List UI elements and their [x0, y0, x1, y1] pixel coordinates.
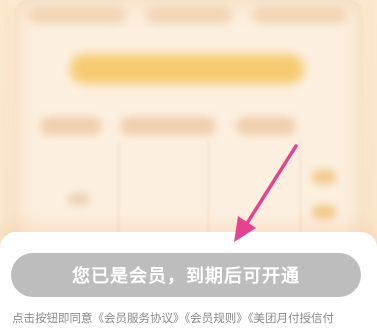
open-membership-button[interactable]: 您已是会员，到期后可开通: [11, 253, 361, 297]
blurred-primary-banner: [70, 54, 304, 84]
blurred-column-header-2: [120, 117, 216, 135]
table-divider: [208, 140, 209, 238]
blurred-tab-1: [28, 6, 126, 24]
blurred-column-header-3: [236, 117, 296, 135]
blurred-cell: [68, 193, 90, 205]
agreement-text: 点击按钮即同意《会员服务协议》《会员规则》《美团月付授信付: [12, 310, 377, 330]
blurred-cell: [312, 205, 336, 219]
member-service-agreement-link[interactable]: 《会员服务协议》: [93, 311, 185, 325]
blurred-column-header-1: [40, 117, 102, 135]
agreement-prefix: 点击按钮即同意: [12, 311, 93, 325]
table-divider: [118, 140, 119, 238]
member-rules-link[interactable]: 《会员规则》: [185, 311, 248, 325]
blurred-tab-2: [146, 6, 232, 24]
blurred-tab-3: [252, 6, 348, 24]
table-divider: [300, 140, 301, 238]
blurred-cell: [312, 170, 336, 184]
open-membership-button-label: 您已是会员，到期后可开通: [72, 266, 300, 287]
meituan-monthly-credit-link[interactable]: 《美团月付授信付: [248, 311, 334, 325]
